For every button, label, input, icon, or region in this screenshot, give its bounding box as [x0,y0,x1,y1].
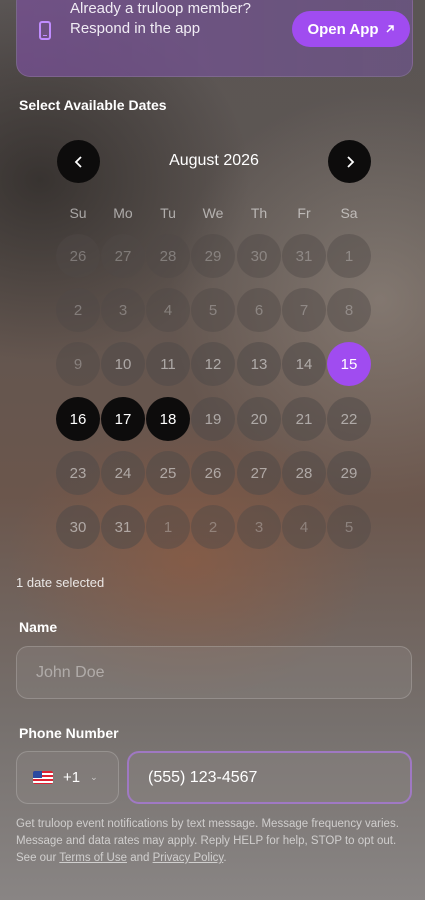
calendar-day[interactable]: 4 [146,288,190,332]
weekday-label: Fr [297,205,311,221]
calendar-day[interactable]: 3 [101,288,145,332]
terms-link[interactable]: Terms of Use [59,852,127,864]
chevron-left-icon [74,155,82,168]
calendar-day[interactable]: 27 [237,451,281,495]
calendar-day[interactable]: 4 [282,505,326,549]
calendar-day[interactable]: 7 [282,288,326,332]
selected-count: 1 date selected [16,575,105,590]
calendar-day[interactable]: 26 [56,234,100,278]
name-input[interactable]: John Doe [16,646,412,699]
calendar-day[interactable]: 31 [101,505,145,549]
calendar-day[interactable]: 2 [191,505,235,549]
arrow-up-right-icon [386,25,394,33]
calendar-day[interactable]: 5 [327,505,371,549]
calendar-day[interactable]: 28 [282,451,326,495]
calendar-day[interactable]: 13 [237,342,281,386]
calendar-day[interactable]: 22 [327,397,371,441]
calendar-day[interactable]: 18 [146,397,190,441]
calendar-day[interactable]: 20 [237,397,281,441]
calendar-day[interactable]: 12 [191,342,235,386]
phone-icon [39,21,51,40]
open-app-button[interactable]: Open App [292,11,410,47]
calendar-day[interactable]: 11 [146,342,190,386]
calendar-day[interactable]: 1 [327,234,371,278]
next-month-button[interactable] [328,140,371,183]
calendar-day[interactable]: 24 [101,451,145,495]
calendar-day[interactable]: 3 [237,505,281,549]
calendar-day[interactable]: 25 [146,451,190,495]
calendar-day[interactable]: 29 [191,234,235,278]
weekday-label: Tu [160,205,176,221]
country-code: +1 [63,769,81,786]
calendar-day[interactable]: 31 [282,234,326,278]
calendar-day[interactable]: 9 [56,342,100,386]
calendar-day[interactable]: 26 [191,451,235,495]
calendar-day[interactable]: 21 [282,397,326,441]
calendar-day[interactable]: 14 [282,342,326,386]
privacy-link[interactable]: Privacy Policy [153,852,224,864]
calendar-day[interactable]: 23 [56,451,100,495]
legal-and: and [127,852,153,864]
phone-input[interactable]: (555) 123-4567 [127,751,412,804]
month-title: August 2026 [169,152,259,169]
chevron-right-icon [346,155,354,168]
calendar-day[interactable]: 30 [237,234,281,278]
calendar-day[interactable]: 2 [56,288,100,332]
weekday-label: We [202,205,224,221]
us-flag-icon [33,771,53,784]
legal-suffix: . [223,852,227,864]
calendar-day[interactable]: 5 [191,288,235,332]
calendar-day[interactable]: 1 [146,505,190,549]
app-banner: Already a truloop member? Respond in the… [16,0,413,77]
weekday-label: Mo [113,205,133,221]
calendar-day[interactable]: 29 [327,451,371,495]
select-dates-label: Select Available Dates [19,97,167,113]
legal-text: Get truloop event notifications by text … [16,816,414,867]
phone-label: Phone Number [19,725,119,741]
calendar-day[interactable]: 6 [237,288,281,332]
phone-value: (555) 123-4567 [148,768,258,786]
weekday-label: Th [250,205,268,221]
banner-text: Already a truloop member? Respond in the… [70,0,251,37]
calendar-day[interactable]: 27 [101,234,145,278]
calendar-day[interactable]: 16 [56,397,100,441]
name-label: Name [19,619,58,635]
country-code-select[interactable]: +1 ⌄ [16,751,119,804]
calendar-day[interactable]: 10 [101,342,145,386]
prev-month-button[interactable] [57,140,100,183]
calendar-day[interactable]: 19 [191,397,235,441]
calendar-day[interactable]: 17 [101,397,145,441]
weekday-label: Su [69,205,87,221]
weekday-label: Sa [340,205,358,221]
open-app-label: Open App [307,20,379,38]
chevron-down-icon: ⌄ [90,772,98,782]
calendar-day[interactable]: 15 [327,342,371,386]
calendar-day[interactable]: 30 [56,505,100,549]
calendar-day[interactable]: 28 [146,234,190,278]
calendar-day[interactable]: 8 [327,288,371,332]
name-placeholder: John Doe [36,663,105,681]
